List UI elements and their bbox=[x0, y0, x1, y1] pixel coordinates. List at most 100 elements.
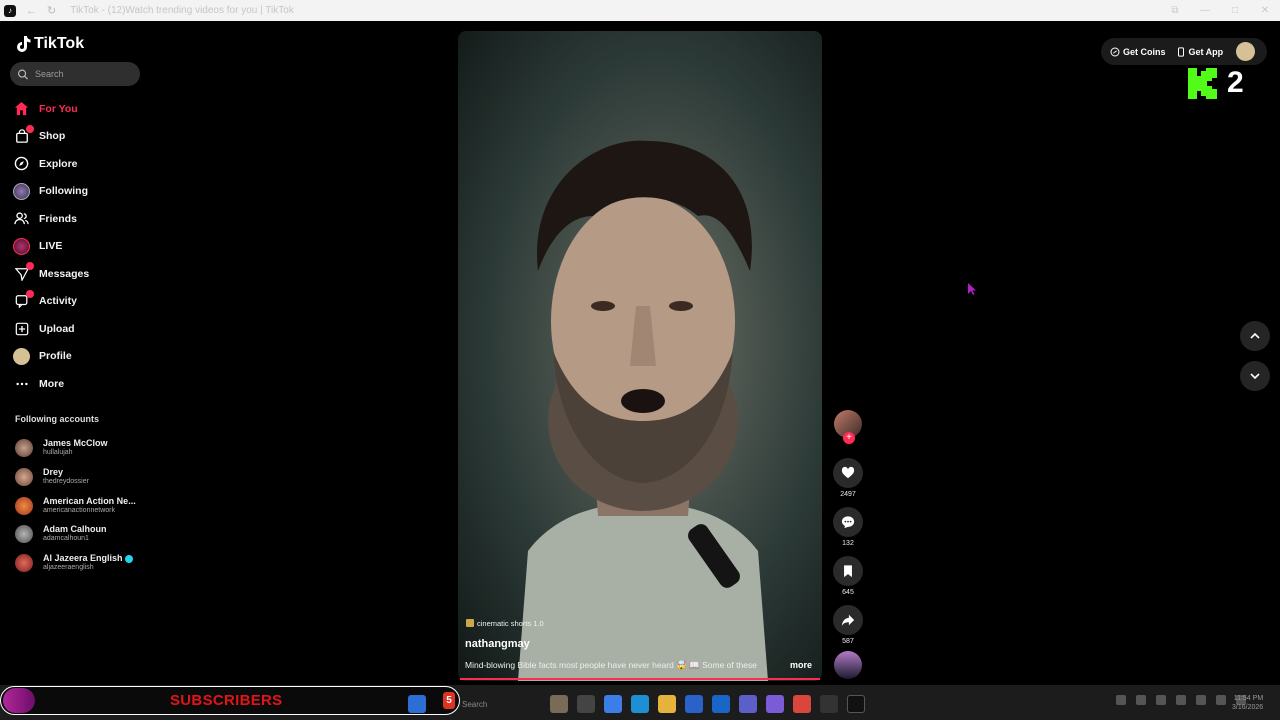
clock-date: 3/16/2026 bbox=[1232, 704, 1264, 711]
nav-label: LIVE bbox=[39, 240, 63, 253]
nav-item-profile[interactable]: Profile bbox=[13, 343, 143, 371]
following-account-al-jazeera-english[interactable]: Al Jazeera English aljazeeraenglish bbox=[15, 549, 145, 578]
phone-icon bbox=[1177, 46, 1184, 57]
minimize-button[interactable]: — bbox=[1190, 5, 1220, 16]
kick-logo-icon bbox=[1188, 67, 1217, 99]
video-description: Mind-blowing Bible facts most people hav… bbox=[465, 660, 757, 670]
outlook-icon[interactable] bbox=[712, 695, 730, 713]
description-more-button[interactable]: more bbox=[790, 660, 812, 670]
mouse-cursor-icon bbox=[968, 283, 976, 295]
back-icon[interactable]: ← bbox=[26, 5, 37, 17]
close-button[interactable]: ✕ bbox=[1250, 5, 1280, 16]
volume-icon[interactable] bbox=[1216, 695, 1226, 705]
nav-item-shop[interactable]: Shop bbox=[13, 123, 143, 151]
share-button[interactable] bbox=[833, 605, 863, 635]
verified-badge-icon bbox=[124, 554, 133, 563]
tiktok-logo[interactable]: TikTok bbox=[15, 35, 84, 53]
comment-button[interactable] bbox=[833, 507, 863, 537]
video-progress-bar[interactable] bbox=[460, 678, 820, 680]
follow-plus-icon[interactable]: + bbox=[843, 432, 855, 444]
nav-item-upload[interactable]: Upload bbox=[13, 315, 143, 343]
microphone-icon[interactable] bbox=[1176, 695, 1186, 705]
tray-icon[interactable] bbox=[1156, 695, 1166, 705]
copilot-icon[interactable] bbox=[604, 695, 622, 713]
activity-icon bbox=[13, 289, 34, 310]
nav-label: Following bbox=[39, 185, 88, 198]
following-accounts-list: James McClow hullalujah Drey thedreydossie… bbox=[15, 434, 145, 577]
like-button[interactable] bbox=[833, 458, 863, 488]
save-count: 645 bbox=[842, 589, 854, 596]
video-effect-tag[interactable]: cinematic shorts 1.0 bbox=[466, 617, 544, 629]
tiktok-app-icon[interactable] bbox=[847, 695, 865, 713]
restore-tabs-icon[interactable]: ⧉ bbox=[1160, 5, 1190, 16]
app-icon[interactable] bbox=[820, 695, 838, 713]
account-name: Al Jazeera English bbox=[43, 553, 123, 564]
nav-item-explore[interactable]: Explore bbox=[13, 150, 143, 178]
previous-video-button[interactable] bbox=[1240, 321, 1270, 351]
music-disc-icon[interactable] bbox=[834, 651, 862, 679]
get-app-button[interactable]: Get App bbox=[1176, 46, 1223, 57]
windows-start-icon[interactable] bbox=[408, 695, 426, 713]
following-avatar-icon bbox=[13, 182, 30, 200]
like-count: 2497 bbox=[840, 491, 856, 498]
video-frame-person bbox=[518, 140, 768, 681]
file-explorer-icon[interactable] bbox=[658, 695, 676, 713]
bookmark-icon bbox=[844, 565, 852, 578]
account-handle: americanactionnetwork bbox=[43, 506, 115, 514]
tray-chevron-icon[interactable] bbox=[1116, 695, 1126, 705]
chevron-up-icon bbox=[1250, 332, 1260, 339]
tray-icon[interactable] bbox=[1136, 695, 1146, 705]
following-account-adam-calhoun[interactable]: Adam Calhoun adamcalhoun1 bbox=[15, 520, 145, 549]
avatar bbox=[15, 525, 33, 544]
following-account-james-mcclow[interactable]: James McClow hullalujah bbox=[15, 434, 145, 463]
share-arrow-icon bbox=[841, 614, 855, 626]
account-name: Adam Calhoun bbox=[43, 524, 107, 535]
creator-avatar[interactable]: + bbox=[834, 410, 862, 444]
app-icon[interactable] bbox=[577, 695, 595, 713]
app-icon[interactable] bbox=[793, 695, 811, 713]
nav-item-messages[interactable]: Messages bbox=[13, 260, 143, 288]
nav-item-activity[interactable]: Activity bbox=[13, 288, 143, 316]
app-icon[interactable] bbox=[685, 695, 703, 713]
search-bar[interactable] bbox=[10, 62, 140, 86]
account-name: American Action Ne... bbox=[43, 495, 136, 506]
subscribers-banner: SUBSCRIBERS 5 bbox=[0, 686, 460, 715]
maximize-button[interactable]: □ bbox=[1220, 5, 1250, 16]
teams-icon[interactable] bbox=[739, 695, 757, 713]
sidebar: TikTok For You Shop Explore bbox=[0, 21, 150, 685]
following-account-american-action-network[interactable]: American Action Ne... americanactionnetwo… bbox=[15, 491, 145, 520]
nav-label: Activity bbox=[39, 295, 77, 308]
comment-count: 132 bbox=[842, 540, 854, 547]
app-icon[interactable] bbox=[766, 695, 784, 713]
search-icon bbox=[18, 69, 29, 80]
account-name: Drey bbox=[43, 467, 64, 478]
stream-overlay-kick: 2 bbox=[1188, 66, 1244, 100]
search-input[interactable] bbox=[35, 69, 135, 79]
nav-label: Messages bbox=[39, 267, 90, 280]
nav-label: Friends bbox=[39, 212, 77, 225]
window-title: TikTok - (12)Watch trending videos for y… bbox=[70, 5, 294, 16]
user-avatar[interactable] bbox=[1236, 42, 1255, 61]
reload-icon[interactable]: ↻ bbox=[47, 4, 56, 17]
comment-icon bbox=[841, 516, 855, 529]
nav-item-following[interactable]: Following bbox=[13, 178, 143, 206]
get-coins-button[interactable]: Get Coins bbox=[1110, 47, 1166, 57]
taskbar-clock[interactable]: 11:54 PM 3/16/2026 bbox=[1232, 694, 1263, 712]
save-button[interactable] bbox=[833, 556, 863, 586]
nav-item-friends[interactable]: Friends bbox=[13, 205, 143, 233]
nav-label: Upload bbox=[39, 322, 75, 335]
network-icon[interactable] bbox=[1196, 695, 1206, 705]
app-icon[interactable] bbox=[550, 695, 568, 713]
tiktok-note-icon bbox=[17, 36, 31, 52]
nav-item-live[interactable]: LIVE bbox=[13, 233, 143, 261]
nav-label: Profile bbox=[39, 350, 72, 363]
main-nav: For You Shop Explore Following Friends L… bbox=[13, 95, 143, 398]
next-video-button[interactable] bbox=[1240, 361, 1270, 391]
streamer-avatar bbox=[3, 688, 35, 713]
video-author[interactable]: nathangmay bbox=[465, 638, 530, 650]
following-account-drey[interactable]: Drey thedreydossier bbox=[15, 463, 145, 492]
video-player[interactable] bbox=[458, 31, 822, 681]
nav-item-more[interactable]: More bbox=[13, 370, 143, 398]
nav-item-for-you[interactable]: For You bbox=[13, 95, 143, 123]
edge-icon[interactable] bbox=[631, 695, 649, 713]
